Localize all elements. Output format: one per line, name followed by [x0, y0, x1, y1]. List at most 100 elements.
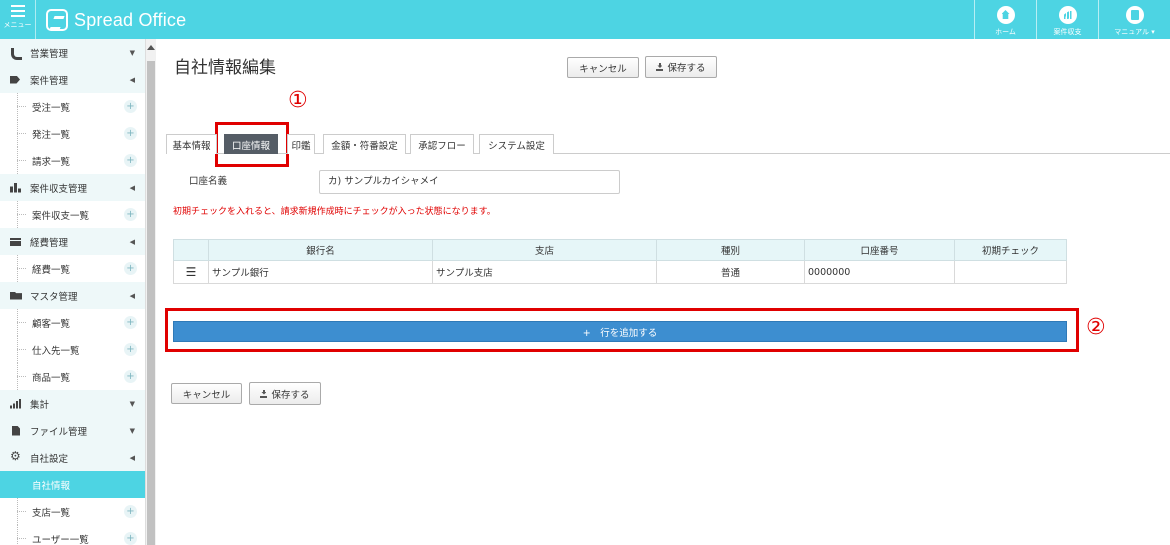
- scroll-up-icon[interactable]: [147, 45, 155, 50]
- add-user-button[interactable]: +: [124, 532, 137, 545]
- menu-button[interactable]: メニュー: [0, 0, 36, 39]
- sidebar-item-purchase-orders[interactable]: 発注一覧 +: [0, 120, 145, 147]
- table-header-row: 銀行名 支店 種別 口座番号 初期チェック: [173, 239, 1067, 261]
- sidebar-item-label: 自社情報: [32, 480, 71, 492]
- add-expense-button[interactable]: +: [124, 262, 137, 275]
- nav-manual[interactable]: マニュアル ▾: [1098, 0, 1170, 39]
- save-button-top[interactable]: 保存する: [645, 56, 717, 78]
- sidebar-group-master[interactable]: マスタ管理 ◀: [0, 282, 145, 309]
- column-header-bank: 銀行名: [208, 239, 433, 261]
- tab-system-settings[interactable]: システム設定: [479, 134, 554, 154]
- save-button-bottom[interactable]: 保存する: [249, 382, 321, 405]
- chevron-down-icon: ▼: [129, 399, 135, 408]
- nav-project-balance[interactable]: 案件収支: [1036, 0, 1098, 39]
- gear-icon: [10, 449, 22, 464]
- chevron-left-icon: ◀: [129, 291, 135, 300]
- account-number-cell[interactable]: 0000000: [804, 260, 955, 284]
- chevron-left-icon: ◀: [129, 237, 135, 246]
- download-icon: [260, 390, 268, 398]
- bar-chart-icon: [10, 182, 22, 194]
- cancel-button-bottom[interactable]: キャンセル: [171, 383, 242, 404]
- chevron-down-icon: ▼: [129, 48, 135, 57]
- sidebar-group-expenses[interactable]: 経費管理 ◀: [0, 228, 145, 255]
- file-icon: [10, 425, 22, 437]
- card-icon: [10, 236, 22, 248]
- sidebar-group-aggregate[interactable]: 集計 ▼: [0, 390, 145, 417]
- menu-label: メニュー: [3, 21, 32, 29]
- tab-amount-numbering[interactable]: 金額・符番設定: [323, 134, 406, 154]
- tab-account-info[interactable]: 口座情報: [224, 134, 278, 154]
- sidebar-item-branches[interactable]: 支店一覧 +: [0, 498, 145, 525]
- add-invoice-button[interactable]: +: [124, 154, 137, 167]
- sidebar-item-label: 仕入先一覧: [32, 345, 80, 357]
- cancel-button-top[interactable]: キャンセル: [567, 57, 639, 78]
- settings-tabs: 基本情報 口座情報 印鑑 金額・符番設定 承認フロー システム設定: [166, 134, 1170, 154]
- annotation-marker-1: ①: [288, 88, 308, 113]
- column-header-branch: 支店: [432, 239, 657, 261]
- sidebar-group-project-balance[interactable]: 案件収支管理 ◀: [0, 174, 145, 201]
- add-product-button[interactable]: +: [124, 370, 137, 383]
- sidebar-item-label: 自社設定: [30, 453, 69, 465]
- tab-approval-flow[interactable]: 承認フロー: [410, 134, 474, 154]
- cancel-button-label: キャンセル: [579, 63, 627, 75]
- drag-handle-icon[interactable]: ☰: [173, 260, 209, 284]
- sidebar-item-suppliers[interactable]: 仕入先一覧 +: [0, 336, 145, 363]
- sidebar-item-label: マスタ管理: [30, 291, 78, 303]
- bar-chart-icon: [1058, 6, 1077, 24]
- account-type-cell[interactable]: 普通: [656, 260, 805, 284]
- sidebar-item-invoices[interactable]: 請求一覧 +: [0, 147, 145, 174]
- tag-icon: [10, 74, 22, 86]
- bank-name-cell[interactable]: サンプル銀行: [208, 260, 433, 284]
- phone-icon: [10, 47, 22, 60]
- cancel-button-label: キャンセル: [182, 389, 231, 401]
- add-project-balance-button[interactable]: +: [124, 208, 137, 221]
- add-customer-button[interactable]: +: [124, 316, 137, 329]
- app-title: Spread Office: [74, 9, 187, 30]
- add-order-button[interactable]: +: [124, 100, 137, 113]
- sidebar-item-company-info[interactable]: 自社情報: [0, 471, 145, 498]
- account-name-field[interactable]: カ) サンプルカイシャメイ: [319, 170, 620, 194]
- sidebar-item-users[interactable]: ユーザー一覧 +: [0, 525, 145, 545]
- chevron-left-icon: ◀: [129, 75, 135, 84]
- bank-account-table: 銀行名 支店 種別 口座番号 初期チェック ☰ サンプル銀行 サンプル支店 普通…: [173, 239, 1067, 284]
- sidebar-scrollbar[interactable]: [145, 39, 156, 545]
- sidebar-group-sales[interactable]: 営業管理 ▼: [0, 39, 145, 66]
- save-button-label: 保存する: [271, 389, 310, 401]
- download-icon: [656, 63, 664, 71]
- sidebar-item-customers[interactable]: 顧客一覧 +: [0, 309, 145, 336]
- sidebar-item-label: 支店一覧: [32, 507, 71, 519]
- tab-basic-info[interactable]: 基本情報: [166, 134, 217, 154]
- sidebar-item-orders[interactable]: 受注一覧 +: [0, 93, 145, 120]
- tab-seal[interactable]: 印鑑: [287, 134, 315, 154]
- app-logo[interactable]: Spread Office: [46, 8, 186, 32]
- sidebar-item-label: 請求一覧: [32, 156, 71, 168]
- add-purchase-order-button[interactable]: +: [124, 127, 137, 140]
- sidebar-group-files[interactable]: ファイル管理 ▼: [0, 417, 145, 444]
- add-branch-button[interactable]: +: [124, 505, 137, 518]
- scrollbar-thumb[interactable]: [147, 61, 155, 545]
- sidebar-group-company-settings[interactable]: 自社設定 ◀: [0, 444, 145, 471]
- nav-manual-label: マニュアル ▾: [1114, 28, 1155, 36]
- graph-icon: [10, 398, 22, 410]
- add-row-button[interactable]: + 行を追加する: [173, 321, 1067, 342]
- sidebar-item-products[interactable]: 商品一覧 +: [0, 363, 145, 390]
- book-icon: [1125, 6, 1144, 24]
- home-icon: [996, 6, 1015, 24]
- hamburger-icon: [10, 5, 25, 17]
- sidebar-group-projects[interactable]: 案件管理 ◀: [0, 66, 145, 93]
- initial-check-notice: 初期チェックを入れると、請求新規作成時にチェックが入った状態になります。: [173, 207, 496, 217]
- top-bar: メニュー Spread Office ホーム 案件収支 マニュアル ▾: [0, 0, 1170, 39]
- sidebar-item-label: 受注一覧: [32, 102, 71, 114]
- sidebar-item-label: 案件収支管理: [30, 183, 88, 195]
- table-row[interactable]: ☰ サンプル銀行 サンプル支店 普通 0000000: [173, 260, 1067, 284]
- branch-cell[interactable]: サンプル支店: [432, 260, 657, 284]
- sidebar-item-project-balance-list[interactable]: 案件収支一覧 +: [0, 201, 145, 228]
- chevron-down-icon: ▼: [129, 426, 135, 435]
- main-content: 自社情報編集 キャンセル 保存する ① 基本情報 口座情報 印鑑 金額・符番設定…: [156, 39, 1170, 545]
- column-header-initial-check: 初期チェック: [954, 239, 1067, 261]
- initial-check-cell[interactable]: [954, 260, 1067, 284]
- nav-home[interactable]: ホーム: [974, 0, 1036, 39]
- add-supplier-button[interactable]: +: [124, 343, 137, 356]
- sidebar-item-expense-list[interactable]: 経費一覧 +: [0, 255, 145, 282]
- account-name-label: 口座名義: [189, 176, 228, 187]
